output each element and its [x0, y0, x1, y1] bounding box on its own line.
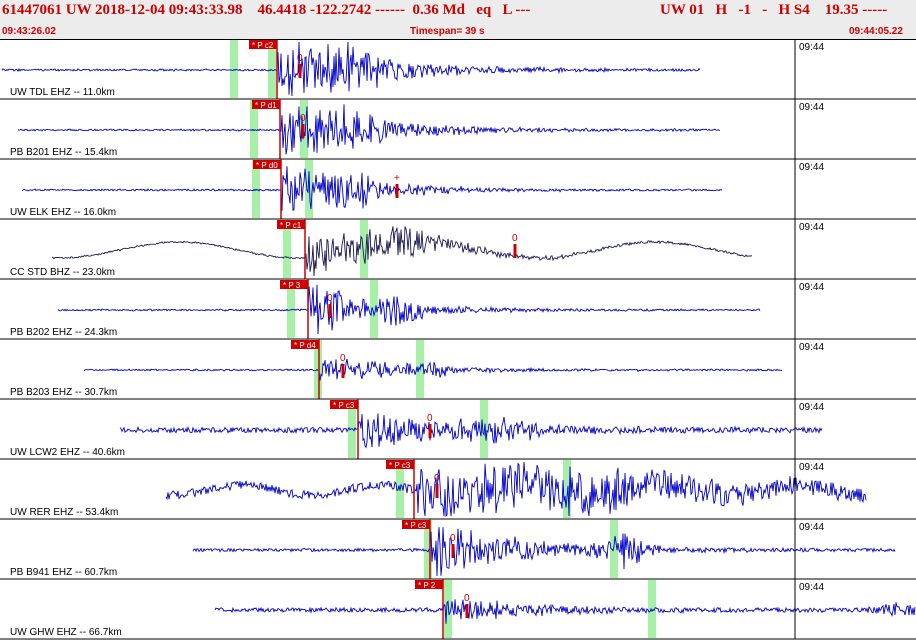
trace-panel[interactable]: * P c3 0 09:44 PB B941 EHZ -- 60.7km [0, 519, 916, 580]
amplitude-label: 0 [512, 233, 518, 244]
station-label: UW GHW EHZ -- 66.7km [10, 627, 122, 638]
pick-label: * P c1 [280, 221, 302, 230]
start-time: 09:43:26.02 [2, 26, 56, 37]
pick-label: * P d1 [255, 101, 277, 110]
pick-label: * P c3 [389, 461, 411, 470]
pick-label: * P c3 [333, 401, 355, 410]
station-label: PB B203 EHZ -- 30.7km [10, 387, 117, 398]
amplitude-label: 0 [427, 413, 433, 424]
trace-panel[interactable]: * P c3 0 09:44 UW LCW2 EHZ -- 40.6km [0, 399, 916, 460]
pick-window [305, 160, 313, 218]
minute-tick-label: 09:44 [799, 582, 824, 593]
amplitude-label: 0 [434, 473, 440, 484]
pick-label: * P 2 [418, 581, 436, 590]
waveform [214, 599, 916, 624]
event-summary: 61447061 UW 2018-12-04 09:43:33.98 46.44… [2, 2, 531, 18]
minute-tick-label: 09:44 [799, 462, 824, 473]
minute-tick-label: 09:44 [799, 162, 824, 173]
amplitude-label: 0 [297, 53, 303, 64]
trace-panel[interactable]: * P d1 0 09:44 PB B201 EHZ -- 15.4km [0, 99, 916, 160]
trace-panel[interactable]: * P c1 0 09:44 CC STD BHZ -- 23.0km [0, 219, 916, 280]
end-time: 09:44:05.22 [849, 26, 903, 37]
amplitude-label: 0 [464, 593, 470, 604]
amplitude-label: 0 [300, 113, 306, 124]
station-label: UW ELK EHZ -- 16.0km [10, 207, 116, 218]
station-label: UW RER EHZ -- 53.4km [10, 507, 118, 518]
waveform [21, 166, 723, 211]
minute-tick-label: 09:44 [799, 522, 824, 533]
event-header: 61447061 UW 2018-12-04 09:43:33.98 46.44… [0, 0, 916, 40]
minute-tick-label: 09:44 [799, 342, 824, 353]
minute-tick-label: 09:44 [799, 222, 824, 233]
waveform [83, 358, 783, 381]
minute-tick-label: 09:44 [799, 102, 824, 113]
waveform [119, 413, 823, 449]
station-label: UW TDL EHZ -- 11.0km [10, 87, 115, 98]
trace-panel[interactable]: * P d4 0 09:44 PB B203 EHZ -- 30.7km [0, 339, 916, 400]
waveform [51, 226, 753, 277]
timespan: Timespan= 39 s [410, 26, 485, 37]
event-channel-info: UW 01 H -1 - H S4 19.35 ----- [660, 2, 888, 18]
pick-label: * P d4 [294, 341, 316, 350]
minute-tick-label: 09:44 [799, 42, 824, 53]
waveform [57, 284, 761, 335]
station-label: PB B202 EHZ -- 24.3km [10, 327, 117, 338]
station-label: PB B201 EHZ -- 15.4km [10, 147, 117, 158]
waveform [192, 527, 896, 577]
minute-tick-label: 09:44 [799, 402, 824, 413]
station-label: CC STD BHZ -- 23.0km [10, 267, 115, 278]
trace-panel[interactable]: * P d0 +09:44 UW ELK EHZ -- 16.0km [0, 159, 916, 220]
trace-panel[interactable]: * P 3 0 09:44 PB B202 EHZ -- 24.3km [0, 279, 916, 340]
station-label: PB B941 EHZ -- 60.7km [10, 567, 117, 578]
minute-tick-label: 09:44 [799, 282, 824, 293]
amplitude-label: + [394, 173, 400, 184]
waveform [17, 104, 721, 155]
waveform [165, 461, 867, 518]
amplitude-label: 0 [340, 353, 346, 364]
trace-panel[interactable]: * P 2 0 09:44 UW GHW EHZ -- 66.7km [0, 579, 916, 640]
pick-label: * P d0 [256, 161, 278, 170]
seismogram-panels[interactable]: * P c2 0 09:44 UW TDL EHZ -- 11.0km * P d1 0 0… [0, 39, 916, 640]
pick-label: * P 3 [283, 281, 301, 290]
pick-label: * P c2 [252, 41, 274, 50]
trace-panel[interactable]: * P c2 0 09:44 UW TDL EHZ -- 11.0km [0, 39, 916, 100]
pick-label: * P c3 [405, 521, 427, 530]
trace-panel[interactable]: * P c3 0 09:44 UW RER EHZ -- 53.4km [0, 459, 916, 520]
amplitude-label: 0 [450, 533, 456, 544]
station-label: UW LCW2 EHZ -- 40.6km [10, 447, 125, 458]
amplitude-label: 0 [327, 293, 333, 304]
pick-window [360, 220, 368, 278]
